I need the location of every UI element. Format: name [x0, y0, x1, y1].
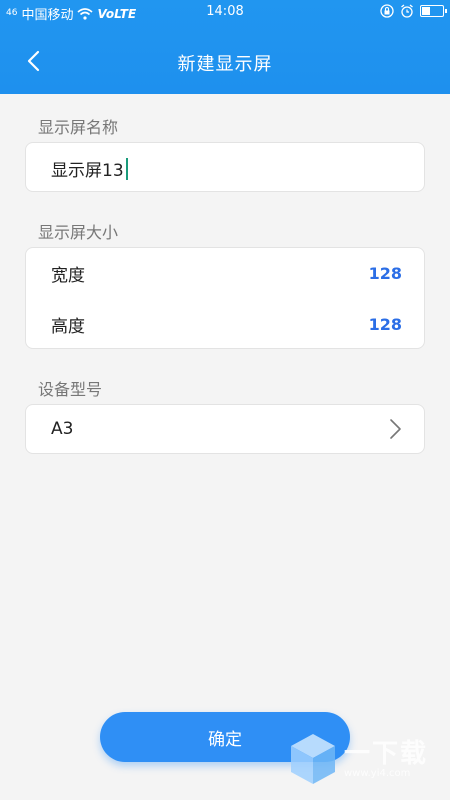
name-field[interactable]: 显示屏13 [51, 156, 128, 181]
status-bar: 46 中国移动 VoLTE 14:08 [0, 0, 450, 24]
width-row[interactable]: 宽度 128 [26, 248, 426, 298]
cube-logo-icon [291, 734, 335, 784]
height-label: 高度 [51, 316, 85, 337]
device-model-row[interactable]: A3 [26, 405, 426, 453]
status-right [380, 4, 447, 18]
device-model-card[interactable]: A3 [25, 404, 425, 454]
text-caret [125, 157, 128, 180]
width-value: 128 [368, 263, 402, 283]
watermark-text: 一下载 [344, 738, 429, 769]
width-label: 宽度 [51, 265, 85, 286]
watermark-text-block: 一下载 www.yi4.com [344, 740, 428, 779]
battery-icon [420, 5, 447, 17]
size-card: 宽度 128 高度 128 [25, 247, 425, 349]
alarm-icon [401, 4, 413, 18]
page-title: 新建显示屏 [177, 54, 273, 75]
chevron-right-icon [390, 419, 401, 439]
watermark-url: www.yi4.com [344, 767, 411, 779]
height-value: 128 [368, 314, 402, 334]
name-input-card[interactable]: 显示屏13 [25, 142, 425, 192]
height-row[interactable]: 高度 128 [26, 299, 426, 349]
name-section-label: 显示屏名称 [38, 118, 119, 137]
size-section-label: 显示屏大小 [38, 223, 119, 242]
app-header: 46 中国移动 VoLTE 14:08 新建显示屏 [0, 0, 450, 94]
device-model-value: A3 [51, 419, 74, 439]
device-section-label: 设备型号 [38, 380, 103, 399]
watermark: 一下载 www.yi4.com [288, 726, 448, 792]
name-field-value: 显示屏13 [51, 161, 124, 181]
lock-rotation-icon [380, 4, 394, 18]
